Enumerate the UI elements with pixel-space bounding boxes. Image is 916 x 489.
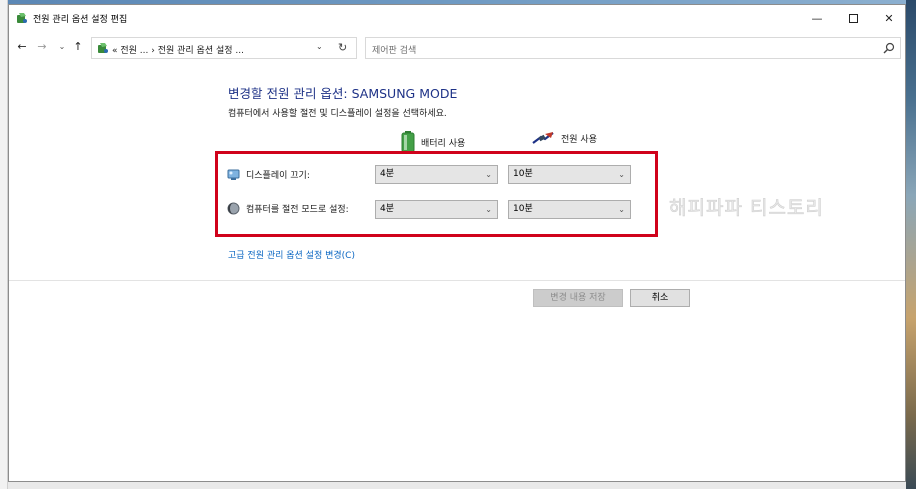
power-options-window: 전원 관리 옵션 설정 편집 — ✕ ← → ⌄ ↑ « 전원 ... › 전원… xyxy=(8,4,906,482)
recent-locations-chevron-icon[interactable]: ⌄ xyxy=(55,41,69,53)
divider xyxy=(9,280,905,281)
display-off-plugged-in-value: 10분 xyxy=(513,169,533,179)
battery-icon xyxy=(401,131,415,153)
close-icon: ✕ xyxy=(884,11,894,25)
watermark: 해피파파 티스토리 xyxy=(669,197,824,220)
search-icon[interactable] xyxy=(883,42,895,54)
sleep-battery-select[interactable]: 4분 ⌄ xyxy=(375,200,498,219)
column-header-plugged-in: 전원 사용 xyxy=(531,131,597,145)
desktop-background-left xyxy=(0,0,8,489)
address-dropdown-chevron-icon[interactable]: ⌄ xyxy=(316,42,323,51)
monitor-icon xyxy=(227,169,240,180)
display-off-label: 디스플레이 끄기: xyxy=(246,171,310,181)
save-changes-button[interactable]: 변경 내용 저장 xyxy=(533,289,623,307)
setting-row-display-off: 디스플레이 끄기: xyxy=(227,168,310,181)
sleep-label: 컴퓨터를 절전 모드로 설정: xyxy=(246,205,349,215)
column-header-battery: 배터리 사용 xyxy=(401,131,465,153)
main-content: 변경할 전원 관리 옵션: SAMSUNG MODE 컴퓨터에서 사용할 절전 … xyxy=(9,65,905,481)
control-panel-icon xyxy=(98,43,108,53)
display-off-battery-select[interactable]: 4분 ⌄ xyxy=(375,165,498,184)
back-arrow-icon[interactable]: ← xyxy=(15,41,29,53)
taskbar-edge xyxy=(8,482,906,489)
highlight-annotation-box xyxy=(215,151,658,237)
display-off-plugged-in-select[interactable]: 10분 ⌄ xyxy=(508,165,631,184)
up-arrow-icon[interactable]: ↑ xyxy=(71,41,85,53)
breadcrumb[interactable]: « 전원 ... › 전원 관리 옵션 설정 ... xyxy=(112,43,244,56)
minimize-button[interactable]: — xyxy=(799,5,835,31)
display-off-battery-value: 4분 xyxy=(380,169,395,179)
power-plug-icon xyxy=(532,132,554,144)
sleep-plugged-in-select[interactable]: 10분 ⌄ xyxy=(508,200,631,219)
maximize-icon xyxy=(848,13,858,23)
minimize-icon: — xyxy=(811,11,823,25)
power-plan-icon xyxy=(17,13,27,23)
address-field[interactable]: « 전원 ... › 전원 관리 옵션 설정 ... ⌄ ↻ xyxy=(91,37,357,59)
search-input[interactable]: 제어판 검색 xyxy=(365,37,901,59)
chevron-down-icon: ⌄ xyxy=(485,205,492,214)
sleep-plugged-in-value: 10분 xyxy=(513,204,533,214)
search-placeholder: 제어판 검색 xyxy=(372,46,417,56)
cancel-button[interactable]: 취소 xyxy=(630,289,690,307)
page-title: 변경할 전원 관리 옵션: SAMSUNG MODE xyxy=(228,86,458,101)
maximize-button[interactable] xyxy=(835,5,871,31)
navigation-bar: ← → ⌄ ↑ « 전원 ... › 전원 관리 옵션 설정 ... ⌄ ↻ 제… xyxy=(9,35,905,61)
title-bar: 전원 관리 옵션 설정 편집 — ✕ xyxy=(9,5,905,31)
close-button[interactable]: ✕ xyxy=(871,5,907,31)
desktop-wallpaper-edge xyxy=(906,0,916,489)
window-title: 전원 관리 옵션 설정 편집 xyxy=(33,15,128,25)
plugged-in-column-label: 전원 사용 xyxy=(561,134,597,145)
chevron-down-icon: ⌄ xyxy=(618,170,625,179)
page-subtitle: 컴퓨터에서 사용할 절전 및 디스플레이 설정을 선택하세요. xyxy=(228,109,447,119)
moon-sleep-icon xyxy=(227,202,240,215)
advanced-settings-link[interactable]: 고급 전원 관리 옵션 설정 변경(C) xyxy=(228,248,355,261)
battery-column-label: 배터리 사용 xyxy=(421,138,466,149)
setting-row-sleep: 컴퓨터를 절전 모드로 설정: xyxy=(227,202,349,215)
sleep-battery-value: 4분 xyxy=(380,204,395,214)
forward-arrow-icon[interactable]: → xyxy=(35,41,49,53)
refresh-icon[interactable]: ↻ xyxy=(338,41,347,54)
chevron-down-icon: ⌄ xyxy=(485,170,492,179)
chevron-down-icon: ⌄ xyxy=(618,205,625,214)
